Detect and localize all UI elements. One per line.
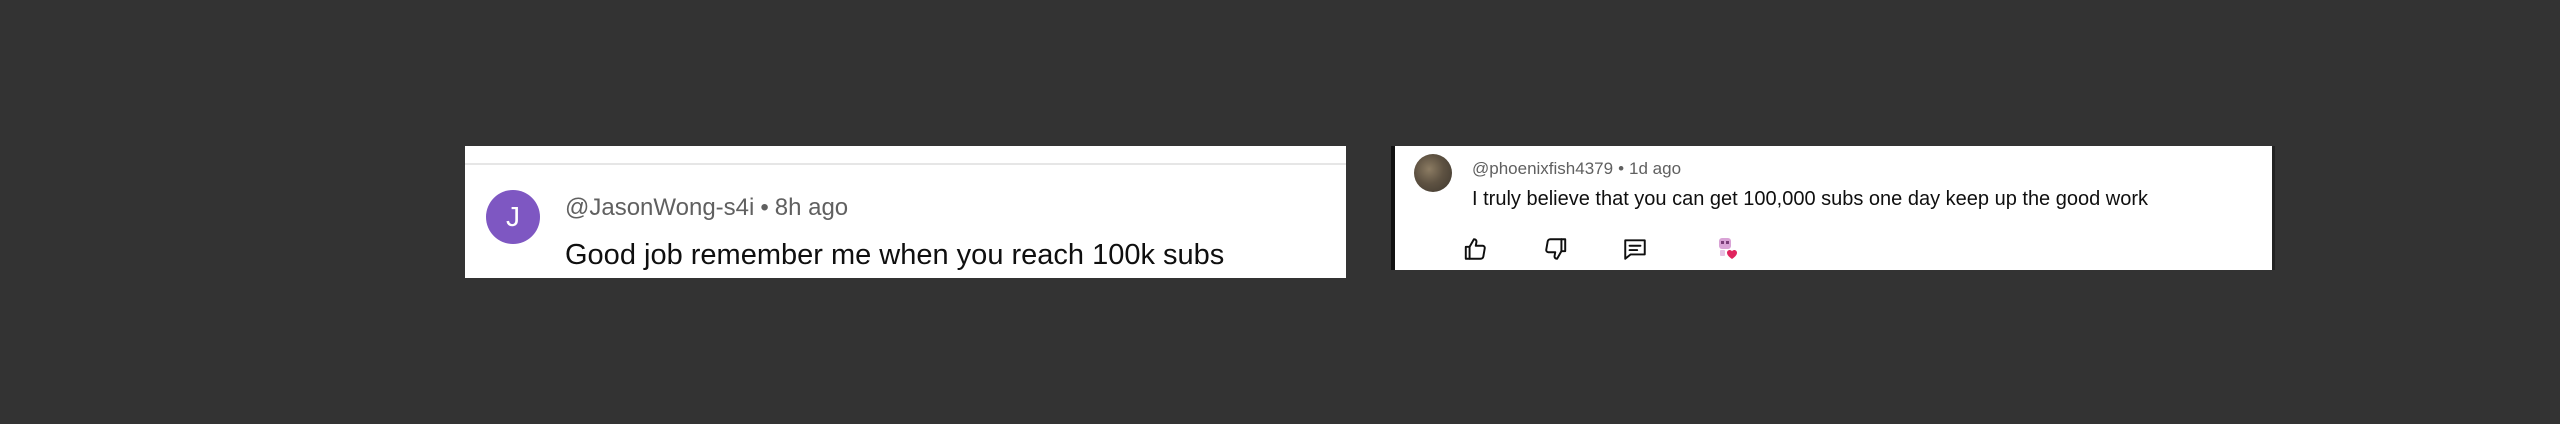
- dislike-button[interactable]: [1541, 234, 1571, 264]
- avatar[interactable]: [1414, 154, 1452, 192]
- comment-time[interactable]: 1d ago: [1629, 159, 1681, 178]
- comment-card-jasonwong: J @JasonWong-s4i • 8h ago Good job remembe…: [465, 146, 1346, 278]
- meta-separator: •: [760, 194, 769, 221]
- like-button[interactable]: [1460, 234, 1490, 264]
- comment-meta: @JasonWong-s4i • 8h ago: [565, 194, 848, 222]
- meta-separator: •: [1618, 159, 1625, 178]
- avatar[interactable]: J: [486, 190, 540, 244]
- creator-heart-icon: [1719, 238, 1737, 259]
- reply-button[interactable]: [1620, 234, 1650, 264]
- comment-card-phoenixfish: @phoenixfish4379 • 1d ago I truly believe …: [1391, 146, 2275, 270]
- comment-author[interactable]: @phoenixfish4379: [1472, 159, 1613, 178]
- comment-author[interactable]: @JasonWong-s4i: [565, 194, 754, 221]
- comment-text: Good job remember me when you reach 100k…: [565, 239, 1225, 271]
- reply-icon: [1624, 239, 1646, 260]
- divider: [465, 163, 1346, 165]
- comment-text: I truly believe that you can get 100,000…: [1472, 188, 2149, 210]
- creator-heart-badge[interactable]: [1715, 234, 1745, 264]
- thumbs-down-icon: [1545, 238, 1567, 260]
- comment-time[interactable]: 8h ago: [775, 194, 848, 221]
- comment-meta: @phoenixfish4379 • 1d ago: [1472, 159, 1681, 179]
- thumbs-up-icon: [1464, 238, 1486, 260]
- comment-actions: [1391, 234, 2275, 264]
